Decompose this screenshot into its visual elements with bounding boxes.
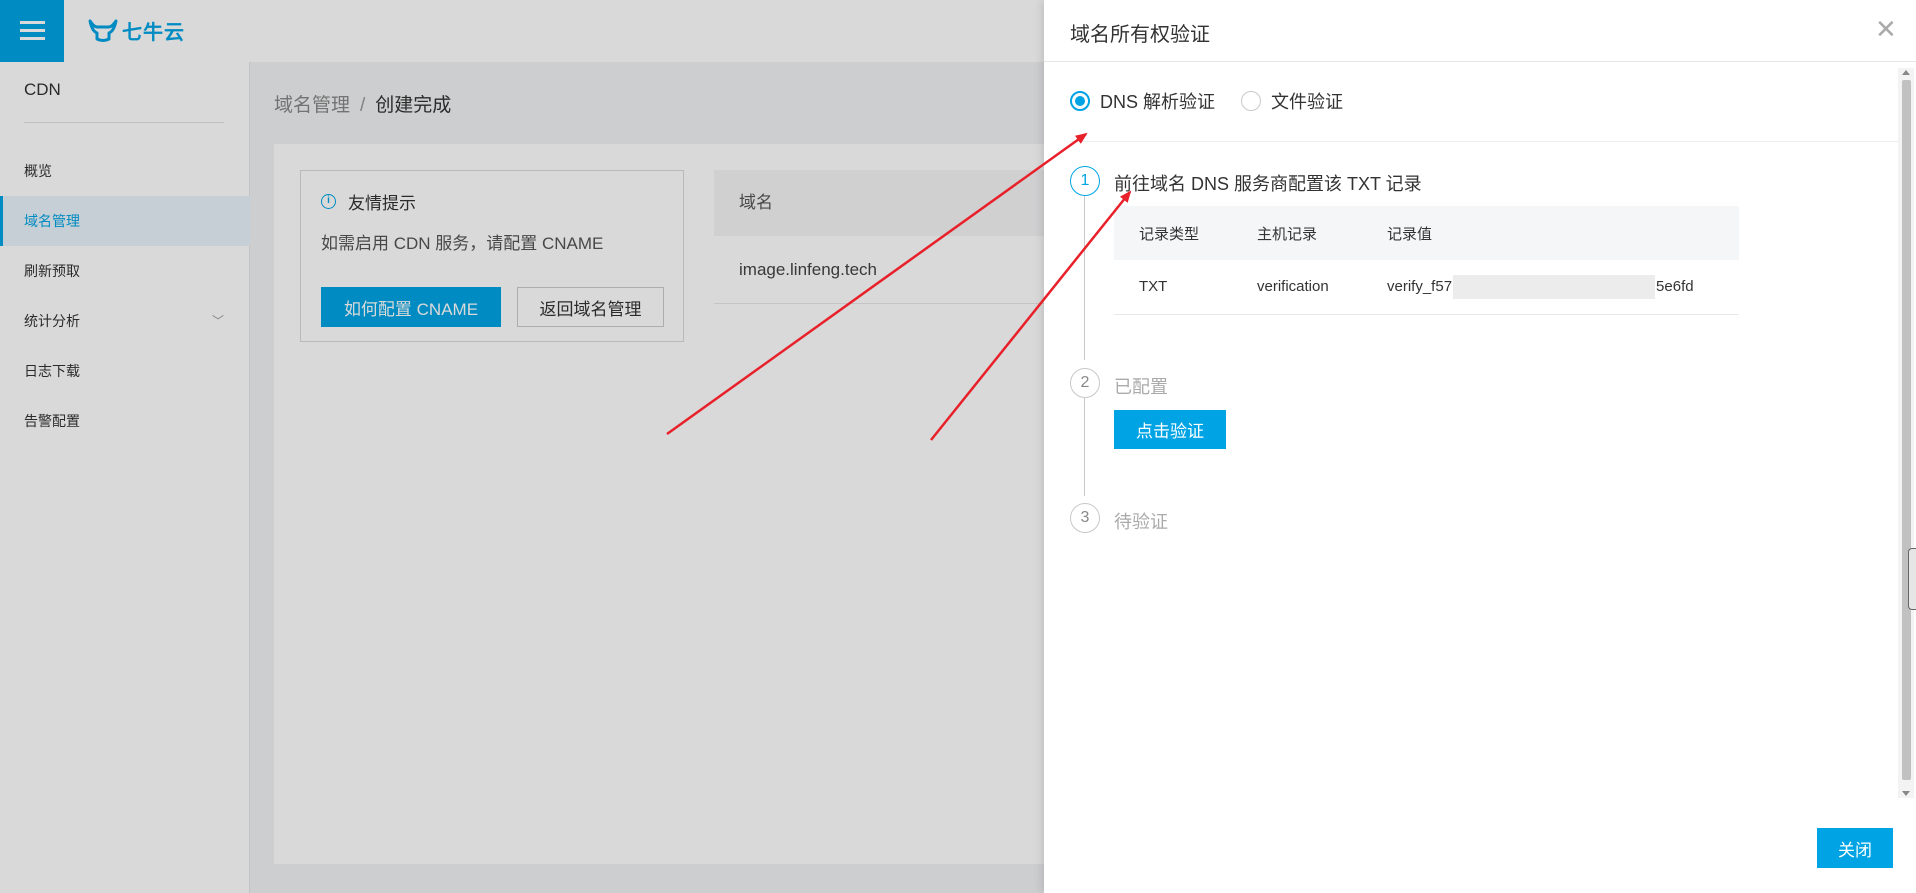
host-record-cell: verification: [1232, 260, 1362, 315]
column-record-value: 记录值: [1362, 206, 1739, 260]
redacted-block: [1453, 274, 1656, 299]
scrollbar-thumb[interactable]: [1902, 80, 1911, 780]
column-host-record: 主机记录: [1232, 206, 1362, 260]
step-connector: [1084, 196, 1085, 360]
verify-button[interactable]: 点击验证: [1114, 410, 1226, 449]
record-type-cell: TXT: [1114, 260, 1232, 315]
step-2-number: 2: [1070, 368, 1100, 398]
radio-dns-verification[interactable]: DNS 解析验证: [1070, 88, 1215, 114]
drawer-scrollbar[interactable]: [1898, 68, 1914, 798]
column-record-type: 记录类型: [1114, 206, 1232, 260]
close-icon[interactable]: ✕: [1875, 14, 1897, 44]
txt-record-table: 记录类型 主机记录 记录值 TXT verification verify_f5…: [1114, 206, 1739, 315]
ownership-verification-drawer: 域名所有权验证 ✕ DNS 解析验证 文件验证 1 前往域名 DNS 服务商配置…: [1044, 0, 1916, 893]
table-row: TXT verification verify_f57 5e6fd: [1114, 260, 1739, 315]
close-button[interactable]: 关闭: [1817, 828, 1893, 868]
drawer-header: 域名所有权验证 ✕: [1044, 0, 1916, 62]
radio-label: DNS 解析验证: [1100, 92, 1216, 112]
divider: [1070, 141, 1898, 142]
step-2-title: 已配置: [1114, 377, 1168, 397]
record-value-prefix: verify_f57: [1387, 277, 1453, 295]
scroll-up-icon[interactable]: [1902, 70, 1910, 75]
radio-label: 文件验证: [1271, 92, 1343, 112]
record-value-suffix: 5e6fd: [1656, 277, 1694, 295]
step-3-number: 3: [1070, 503, 1100, 533]
radio-file-verification[interactable]: 文件验证: [1241, 88, 1343, 114]
drawer-title: 域名所有权验证: [1070, 24, 1210, 46]
step-3-title: 待验证: [1114, 512, 1168, 532]
step-connector: [1084, 398, 1085, 496]
step-1-title: 前往域名 DNS 服务商配置该 TXT 记录: [1114, 174, 1422, 194]
page-scroll-widget[interactable]: [1908, 548, 1916, 610]
scroll-down-icon[interactable]: [1902, 791, 1910, 796]
radio-checked-icon: [1070, 91, 1090, 111]
step-1-number: 1: [1070, 166, 1100, 196]
record-value-cell[interactable]: verify_f57 5e6fd: [1362, 260, 1739, 315]
radio-unchecked-icon: [1241, 91, 1261, 111]
table-header-row: 记录类型 主机记录 记录值: [1114, 206, 1739, 260]
